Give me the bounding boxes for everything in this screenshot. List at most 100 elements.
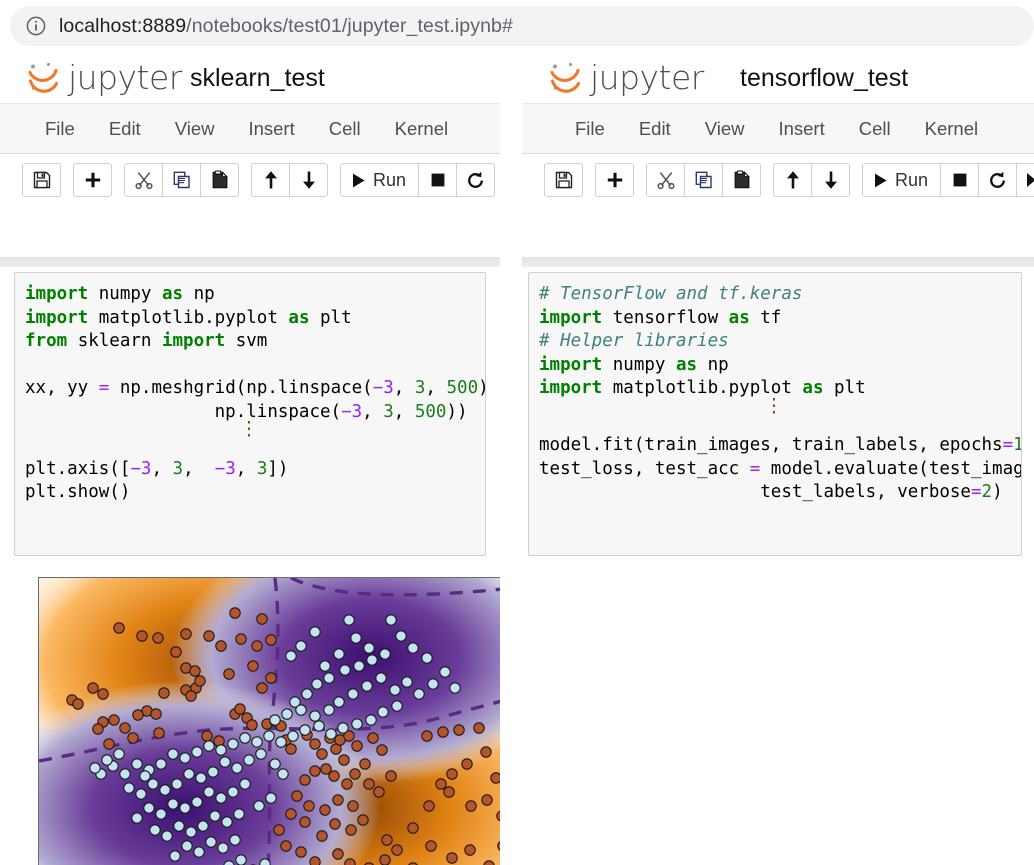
- paste-button[interactable]: [200, 163, 239, 197]
- run-label: Run: [373, 169, 407, 190]
- code-kw: as: [802, 378, 824, 398]
- code-cell-sklearn[interactable]: import numpy as np import matplotlib.pyp…: [14, 272, 486, 556]
- code-kw: import: [25, 307, 89, 328]
- code-kw: as: [161, 284, 184, 304]
- toolbar-group-file: [544, 163, 583, 197]
- toolbar-group-move: [251, 163, 328, 197]
- toolbar-group-edit: [124, 163, 239, 197]
- info-circle-icon[interactable]: [26, 16, 46, 36]
- code-kw: as: [728, 307, 750, 328]
- notebook-title[interactable]: sklearn_test: [190, 64, 325, 93]
- restart-and-run-all-button[interactable]: [1016, 163, 1034, 197]
- menu-item-kernel[interactable]: Kernel: [378, 112, 465, 146]
- move-cell-down-button[interactable]: [289, 163, 328, 197]
- code-txt: ,: [235, 458, 257, 479]
- code-op: −3: [214, 458, 236, 479]
- code-ellipsis: ⋮: [764, 394, 784, 417]
- code-op: =: [749, 458, 761, 479]
- menu-item-file[interactable]: File: [28, 112, 92, 146]
- code-kw: as: [675, 354, 698, 375]
- code-txt: numpy: [88, 284, 162, 304]
- code-num: 10: [1013, 435, 1021, 455]
- code-txt: svm: [225, 331, 268, 351]
- code-txt: np.meshgrid(np.linspace(: [109, 378, 373, 398]
- add-cell-button[interactable]: [73, 163, 112, 197]
- notebook-panel-tensorflow: jupyter tensorflow_test File Edit View I…: [522, 50, 1034, 865]
- code-txt: ): [992, 482, 1003, 502]
- menu-item-cell[interactable]: Cell: [842, 112, 908, 146]
- code-txt: plt.show(): [25, 482, 131, 502]
- code-num: 3: [256, 458, 268, 479]
- cell-container-right: # TensorFlow and tf.keras import tensorf…: [522, 272, 1034, 556]
- url-text: localhost:8889/notebooks/test01/jupyter_…: [59, 15, 513, 38]
- menu-item-edit[interactable]: Edit: [92, 112, 158, 146]
- interrupt-kernel-button[interactable]: [418, 163, 458, 197]
- toolbar-left: Run: [0, 154, 500, 206]
- code-txt: ]): [267, 458, 289, 479]
- restart-kernel-button[interactable]: [978, 163, 1018, 197]
- jupyter-wordmark: jupyter: [590, 58, 704, 97]
- move-cell-down-button[interactable]: [811, 163, 850, 197]
- code-txt: tf: [749, 307, 782, 328]
- toolbar-group-run: Run: [862, 163, 1034, 197]
- code-cell-tensorflow[interactable]: # TensorFlow and tf.keras import tensorf…: [528, 272, 1022, 556]
- toolbar-group-move: [773, 163, 850, 197]
- run-button[interactable]: Run: [340, 163, 420, 197]
- run-button[interactable]: Run: [862, 163, 942, 197]
- toolbar-right: Run: [522, 154, 1034, 206]
- cut-button[interactable]: [646, 163, 685, 197]
- menu-item-view[interactable]: View: [688, 112, 762, 146]
- menu-item-insert[interactable]: Insert: [231, 112, 311, 146]
- menu-item-kernel[interactable]: Kernel: [908, 112, 995, 146]
- copy-button[interactable]: [684, 163, 723, 197]
- code-comment: # Helper libraries: [539, 331, 729, 351]
- code-txt: np: [183, 284, 215, 304]
- code-op: =: [98, 378, 110, 398]
- code-txt: ),: [478, 378, 485, 398]
- code-txt: model.fit(train_images, train_labels, ep…: [539, 435, 1003, 455]
- jupyter-header-right: jupyter tensorflow_test: [522, 50, 1034, 103]
- code-num: 3: [172, 458, 184, 479]
- menu-item-edit[interactable]: Edit: [622, 112, 688, 146]
- code-txt: )): [446, 401, 468, 422]
- cut-button[interactable]: [124, 163, 163, 197]
- code-txt: tensorflow: [602, 307, 729, 328]
- restart-kernel-button[interactable]: [456, 163, 496, 197]
- add-cell-button[interactable]: [595, 163, 634, 197]
- code-num: 2: [981, 482, 993, 502]
- copy-button[interactable]: [162, 163, 201, 197]
- code-ellipsis: ⋮: [239, 418, 259, 440]
- code-kw: import: [539, 378, 603, 398]
- code-txt: numpy: [602, 354, 676, 375]
- toolbar-group-insert: [595, 163, 634, 197]
- toolbar-group-edit: [646, 163, 761, 197]
- code-txt: np.linspace(: [25, 401, 342, 422]
- jupyter-wordmark: jupyter: [68, 58, 182, 97]
- move-cell-up-button[interactable]: [773, 163, 812, 197]
- code-txt: plt: [309, 307, 352, 328]
- jupyter-logo-icon[interactable]: [548, 59, 584, 95]
- menu-item-cell[interactable]: Cell: [312, 112, 378, 146]
- browser-url-bar[interactable]: localhost:8889/notebooks/test01/jupyter_…: [10, 6, 1034, 46]
- code-kw: import: [539, 354, 603, 375]
- code-txt: ,: [151, 458, 173, 479]
- menu-item-view[interactable]: View: [158, 112, 232, 146]
- menu-item-insert[interactable]: Insert: [761, 112, 841, 146]
- menu-item-file[interactable]: File: [558, 112, 622, 146]
- save-button[interactable]: [544, 163, 583, 197]
- move-cell-up-button[interactable]: [251, 163, 290, 197]
- paste-button[interactable]: [722, 163, 761, 197]
- notebook-panel-sklearn: jupyter sklearn_test File Edit View Inse…: [0, 50, 500, 865]
- url-path: /notebooks/test01/jupyter_test.ipynb#: [186, 14, 513, 37]
- menubar-right: File Edit View Insert Cell Kernel: [522, 103, 1034, 154]
- toolbar-group-file: [22, 163, 61, 197]
- code-txt: ,: [362, 401, 384, 422]
- notebook-title[interactable]: tensorflow_test: [740, 64, 908, 93]
- toolbar-group-run: Run: [340, 163, 496, 197]
- code-op: =: [1002, 435, 1014, 455]
- jupyter-logo-icon[interactable]: [26, 59, 62, 95]
- cell-container-left: import numpy as np import matplotlib.pyp…: [0, 272, 500, 556]
- menubar-left: File Edit View Insert Cell Kernel: [0, 103, 500, 154]
- save-button[interactable]: [22, 163, 61, 197]
- interrupt-kernel-button[interactable]: [940, 163, 980, 197]
